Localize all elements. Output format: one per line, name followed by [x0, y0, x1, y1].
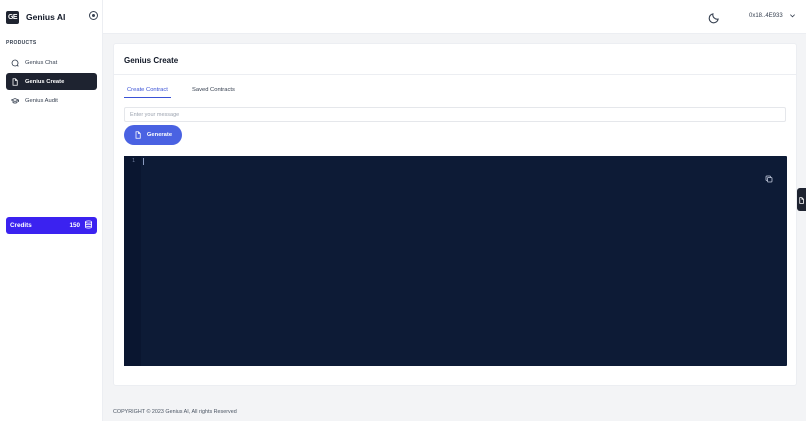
copy-icon[interactable]: [765, 170, 773, 183]
audit-icon: [11, 97, 19, 105]
sidebar-item-genius-audit[interactable]: Genius Audit: [6, 92, 97, 109]
sidebar-item-label: Genius Audit: [25, 97, 58, 104]
card-divider: [114, 74, 796, 75]
generate-button[interactable]: Generate: [124, 125, 182, 145]
document-icon: [798, 191, 805, 209]
sidebar-item-label: Genius Create: [25, 78, 65, 85]
brand-logo: GE: [6, 10, 19, 24]
page-title: Genius Create: [124, 56, 179, 65]
credits-badge[interactable]: Credits 150: [6, 217, 97, 234]
editor-gutter: [124, 156, 141, 366]
credits-label: Credits: [10, 222, 32, 229]
wallet-address: 0x18..4E933: [749, 12, 783, 19]
side-panel-toggle[interactable]: [797, 188, 806, 211]
tab-saved-contracts[interactable]: Saved Contracts: [189, 87, 238, 97]
sidebar-toggle-icon[interactable]: [89, 11, 98, 20]
generate-label: Generate: [146, 132, 173, 138]
sidebar-item-genius-create[interactable]: Genius Create: [6, 73, 97, 90]
moon-icon[interactable]: [708, 11, 720, 24]
brand[interactable]: GE Genius AI: [6, 9, 98, 25]
message-input[interactable]: [124, 107, 786, 122]
tab-create-contract[interactable]: Create Contract: [124, 87, 171, 98]
line-number: 1: [132, 158, 136, 164]
top-header: 0x18..4E933: [103, 0, 806, 34]
database-icon: [84, 220, 93, 231]
wallet-dropdown[interactable]: 0x18..4E933: [749, 12, 796, 19]
sidebar: GE Genius AI PRODUCTS Genius Chat Genius…: [0, 0, 103, 421]
code-editor[interactable]: 1: [124, 156, 787, 366]
sidebar-item-label: Genius Chat: [25, 59, 58, 66]
section-label: PRODUCTS: [6, 40, 37, 46]
brand-name: Genius AI: [26, 12, 66, 22]
footer-copyright: COPYRIGHT © 2023 Genius AI, All rights R…: [113, 409, 237, 415]
document-icon: [11, 77, 19, 86]
editor-caret: [143, 158, 144, 165]
genius-create-card: Genius Create Create Contract Saved Cont…: [113, 43, 797, 386]
sidebar-item-genius-chat[interactable]: Genius Chat: [6, 54, 97, 71]
credits-value: 150: [69, 222, 80, 229]
chat-icon: [11, 59, 19, 67]
document-icon: [134, 131, 142, 139]
chevron-down-icon: [789, 12, 796, 19]
